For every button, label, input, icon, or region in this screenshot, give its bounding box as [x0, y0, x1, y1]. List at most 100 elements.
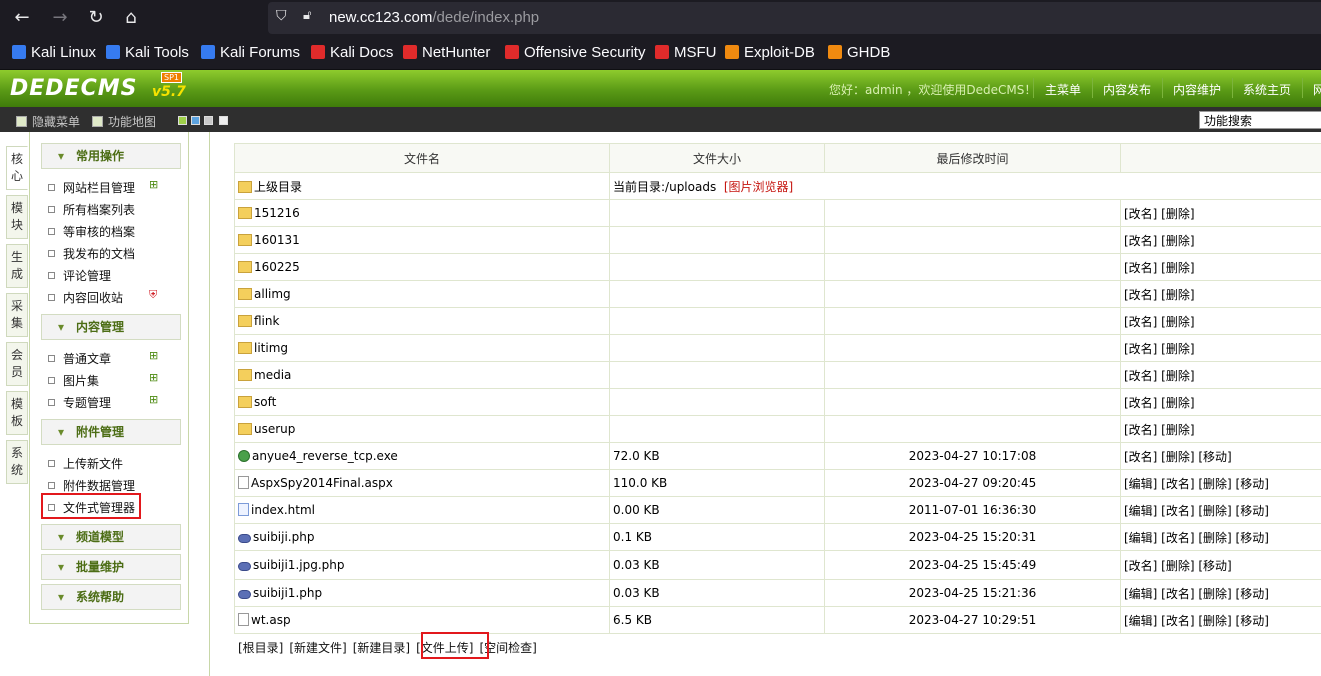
- file-actions[interactable]: [改名] [删除]: [1120, 334, 1321, 362]
- url-bar[interactable]: ⛉ 🔓︎ new.cc123.com/dede/index.php: [268, 2, 1321, 34]
- file-actions[interactable]: [编辑] [改名] [删除] [移动]: [1120, 523, 1321, 551]
- file-name[interactable]: index.html: [251, 503, 315, 517]
- back-icon[interactable]: ←: [10, 6, 34, 30]
- menu-item[interactable]: 我发布的文档: [48, 245, 135, 262]
- menu-group-0[interactable]: 常用操作: [41, 143, 181, 169]
- menu-item[interactable]: 内容回收站: [48, 289, 123, 306]
- file-name-cell[interactable]: flink: [234, 307, 610, 335]
- file-name[interactable]: suibiji1.jpg.php: [253, 558, 344, 572]
- file-name-cell[interactable]: suibiji.php: [234, 523, 610, 551]
- file-name[interactable]: 160131: [254, 233, 300, 247]
- file-name-cell[interactable]: 151216: [234, 199, 610, 227]
- vtab-5[interactable]: 模板: [6, 391, 28, 435]
- parent-dir-link[interactable]: 上级目录: [234, 172, 610, 200]
- file-name[interactable]: allimg: [254, 287, 291, 301]
- function-map-button[interactable]: 功能地图: [92, 113, 156, 130]
- bookmark-8[interactable]: GHDB: [828, 44, 890, 61]
- file-actions[interactable]: [改名] [删除]: [1120, 226, 1321, 254]
- file-name-cell[interactable]: media: [234, 361, 610, 389]
- file-name-cell[interactable]: anyue4_reverse_tcp.exe: [234, 442, 610, 470]
- menu-item[interactable]: 普通文章: [48, 350, 111, 367]
- menu-item[interactable]: 评论管理: [48, 267, 111, 284]
- nav-content-publish[interactable]: 内容发布: [1103, 81, 1151, 98]
- bookmark-0[interactable]: Kali Linux: [12, 44, 96, 61]
- file-name-cell[interactable]: wt.asp: [234, 606, 610, 634]
- add-icon[interactable]: ⊞: [149, 394, 161, 405]
- file-name-cell[interactable]: suibiji1.jpg.php: [234, 550, 610, 580]
- file-name[interactable]: userup: [254, 422, 295, 436]
- add-icon[interactable]: ⊞: [149, 350, 161, 361]
- file-actions[interactable]: [改名] [删除]: [1120, 415, 1321, 443]
- menu-group-2[interactable]: 附件管理: [41, 419, 181, 445]
- file-name-cell[interactable]: 160131: [234, 226, 610, 254]
- home-icon[interactable]: ⌂: [119, 6, 143, 30]
- image-browser-link[interactable]: [图片浏览器]: [724, 180, 793, 194]
- skin-white-icon[interactable]: [219, 116, 228, 125]
- file-name[interactable]: 151216: [254, 206, 300, 220]
- file-name[interactable]: litimg: [254, 341, 288, 355]
- file-actions[interactable]: [改名] [删除] [移动]: [1120, 442, 1321, 470]
- forward-icon[interactable]: →: [48, 6, 72, 30]
- menu-item[interactable]: 附件数据管理: [48, 477, 135, 494]
- bookmark-5[interactable]: Offensive Security: [505, 44, 645, 61]
- file-name[interactable]: soft: [254, 395, 276, 409]
- hide-menu-button[interactable]: 隐藏菜单: [16, 113, 80, 130]
- file-name[interactable]: flink: [254, 314, 279, 328]
- file-name[interactable]: anyue4_reverse_tcp.exe: [252, 449, 398, 463]
- action-link-1[interactable]: [新建文件]: [289, 641, 346, 655]
- file-name-cell[interactable]: 160225: [234, 253, 610, 281]
- reload-icon[interactable]: ↻: [84, 6, 108, 30]
- file-name-cell[interactable]: index.html: [234, 496, 610, 524]
- file-name-cell[interactable]: userup: [234, 415, 610, 443]
- add-icon[interactable]: ⊞: [149, 179, 161, 190]
- skin-green-icon[interactable]: [178, 116, 187, 125]
- action-link-0[interactable]: [根目录]: [238, 641, 283, 655]
- bookmark-3[interactable]: Kali Docs: [311, 44, 393, 61]
- nav-content-maintain[interactable]: 内容维护: [1173, 81, 1221, 98]
- file-actions[interactable]: [改名] [删除]: [1120, 361, 1321, 389]
- bookmark-2[interactable]: Kali Forums: [201, 44, 300, 61]
- function-search-input[interactable]: [1199, 111, 1321, 129]
- menu-item[interactable]: 所有档案列表: [48, 201, 135, 218]
- file-actions[interactable]: [改名] [删除]: [1120, 199, 1321, 227]
- file-actions[interactable]: [编辑] [改名] [删除] [移动]: [1120, 496, 1321, 524]
- bookmark-1[interactable]: Kali Tools: [106, 44, 189, 61]
- add-icon[interactable]: ⊞: [149, 372, 161, 383]
- nav-main-menu[interactable]: 主菜单: [1045, 81, 1081, 98]
- file-actions[interactable]: [改名] [删除]: [1120, 388, 1321, 416]
- file-actions[interactable]: [改名] [删除]: [1120, 307, 1321, 335]
- bookmark-7[interactable]: Exploit-DB: [725, 44, 815, 61]
- menu-item[interactable]: 网站栏目管理: [48, 179, 135, 196]
- vtab-2[interactable]: 生成: [6, 244, 28, 288]
- menu-group-1[interactable]: 内容管理: [41, 314, 181, 340]
- file-name-cell[interactable]: litimg: [234, 334, 610, 362]
- file-name[interactable]: media: [254, 368, 291, 382]
- menu-item[interactable]: 等审核的档案: [48, 223, 135, 240]
- vtab-1[interactable]: 模块: [6, 195, 28, 239]
- file-name[interactable]: 160225: [254, 260, 300, 274]
- url-text[interactable]: new.cc123.com/dede/index.php: [329, 9, 539, 26]
- nav-system-home[interactable]: 系统主页: [1243, 81, 1291, 98]
- menu-item[interactable]: 专题管理: [48, 394, 111, 411]
- skin-gray-icon[interactable]: [204, 116, 213, 125]
- skin-blue-icon[interactable]: [191, 116, 200, 125]
- menu-group-4[interactable]: 批量维护: [41, 554, 181, 580]
- file-name[interactable]: AspxSpy2014Final.aspx: [251, 476, 393, 490]
- menu-item[interactable]: 上传新文件: [48, 455, 123, 472]
- menu-item[interactable]: 图片集: [48, 372, 99, 389]
- vtab-6[interactable]: 系统: [6, 440, 28, 484]
- action-link-2[interactable]: [新建目录]: [353, 641, 410, 655]
- file-name[interactable]: suibiji.php: [253, 530, 314, 544]
- file-name-cell[interactable]: allimg: [234, 280, 610, 308]
- file-name[interactable]: wt.asp: [251, 613, 291, 627]
- trash-shield-icon[interactable]: ⛨: [149, 289, 161, 300]
- lock-icon[interactable]: 🔓︎: [303, 8, 311, 23]
- file-actions[interactable]: [改名] [删除]: [1120, 280, 1321, 308]
- file-actions[interactable]: [改名] [删除] [移动]: [1120, 550, 1321, 580]
- file-actions[interactable]: [编辑] [改名] [删除] [移动]: [1120, 579, 1321, 607]
- vtab-3[interactable]: 采集: [6, 293, 28, 337]
- file-name-cell[interactable]: AspxSpy2014Final.aspx: [234, 469, 610, 497]
- file-actions[interactable]: [改名] [删除]: [1120, 253, 1321, 281]
- menu-group-3[interactable]: 频道模型: [41, 524, 181, 550]
- file-name[interactable]: suibiji1.php: [253, 586, 322, 600]
